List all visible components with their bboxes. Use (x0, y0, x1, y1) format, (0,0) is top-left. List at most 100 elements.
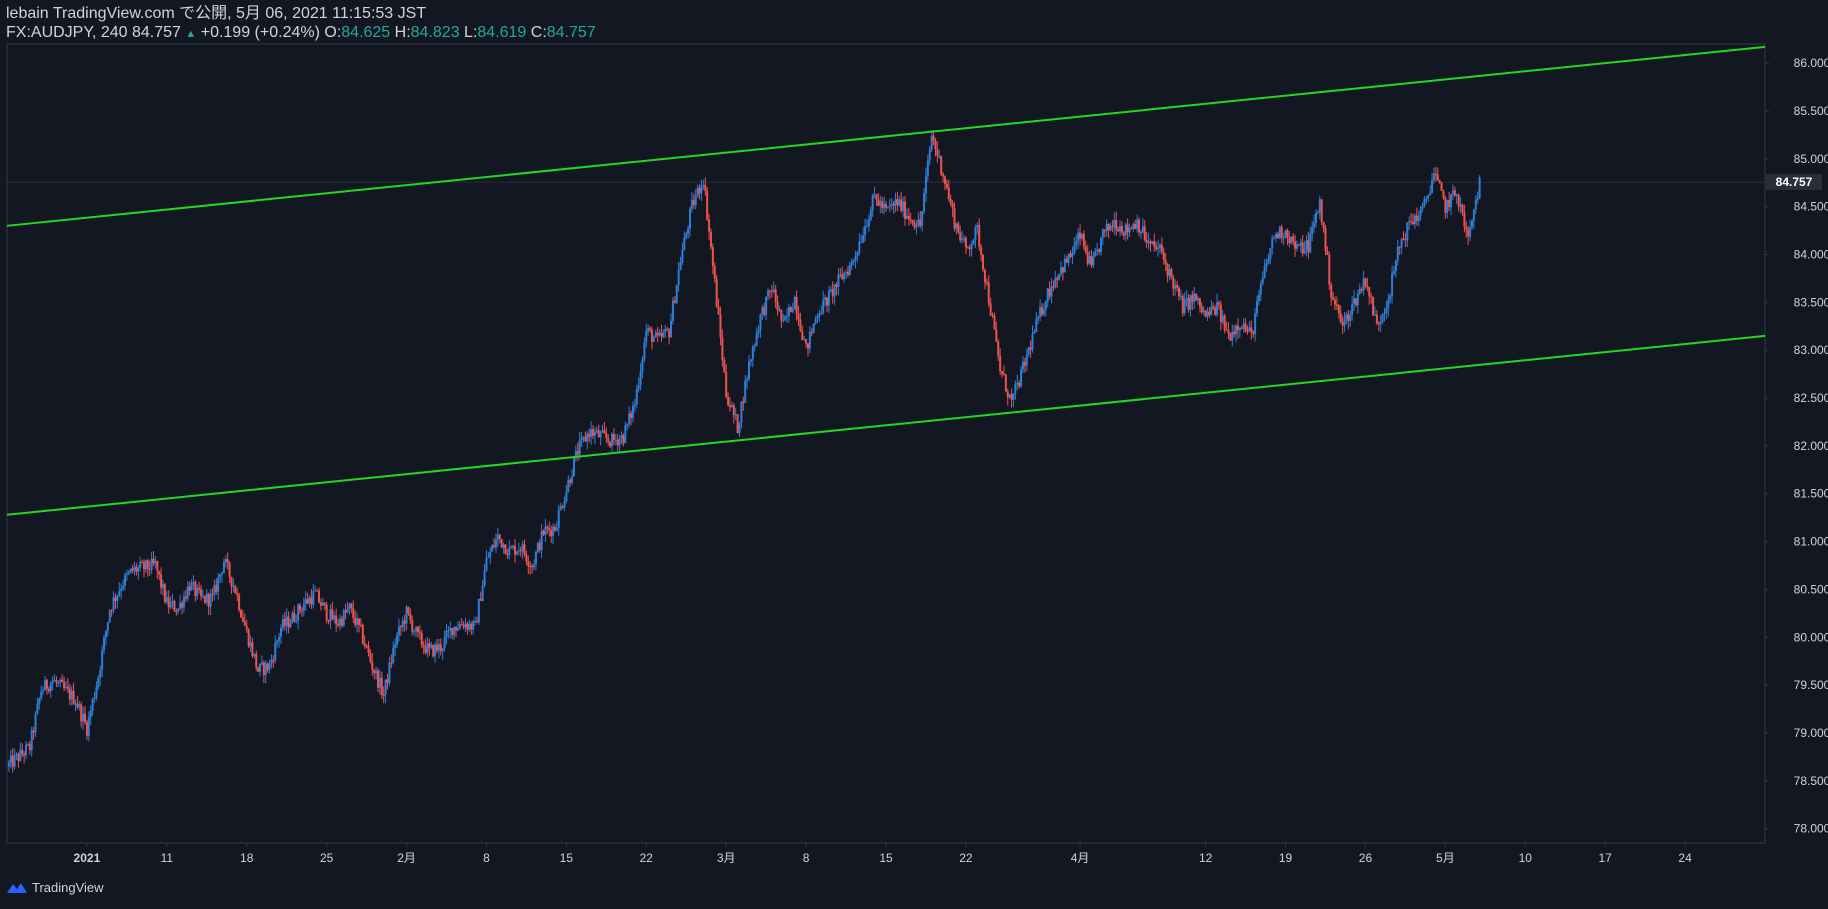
candle-body (1294, 241, 1297, 249)
candle-body (862, 235, 865, 242)
candle-body (66, 686, 69, 689)
y-tick-label: 84.000 (1794, 248, 1828, 262)
candle-body (1138, 219, 1141, 233)
candle-body (234, 585, 237, 594)
y-tick-label: 79.500 (1794, 678, 1828, 692)
candle-body (1343, 318, 1346, 326)
candle-body (1383, 313, 1386, 315)
candle-body (1345, 314, 1348, 319)
candle-body (896, 199, 899, 205)
candle-body (917, 219, 920, 227)
candle-body (1263, 266, 1266, 278)
candle-body (982, 254, 985, 270)
candle-body (719, 314, 722, 338)
candle-body (704, 184, 707, 191)
candle-body (1400, 238, 1403, 248)
candle-body (1157, 247, 1160, 249)
candle-body (738, 422, 741, 434)
candle-body (1054, 277, 1057, 288)
candle-body (1450, 194, 1453, 208)
y-tick-label: 85.000 (1794, 152, 1828, 166)
candle-body (215, 585, 218, 592)
price-chart[interactable]: 78.000 78.500 79.000 79.500 80.000 80.500 81.0… (0, 0, 1828, 909)
candle-body (1373, 314, 1376, 316)
candle-body (740, 401, 743, 423)
candle-body (1457, 194, 1460, 207)
candle-body (1408, 221, 1411, 223)
candle-body (455, 627, 458, 631)
candle-body (1394, 260, 1397, 272)
candle-body (835, 284, 838, 287)
candle-body (1415, 215, 1418, 222)
candle-body (972, 239, 975, 245)
candle-body (331, 609, 334, 620)
candle-body (974, 227, 977, 240)
candle-body (936, 149, 939, 156)
candle-body (91, 699, 94, 711)
candle-body (432, 644, 435, 657)
candle-body (1077, 232, 1080, 241)
candle-body (1387, 299, 1390, 309)
candle-body (1410, 221, 1413, 223)
candle-body (947, 187, 950, 200)
candle-body (1364, 278, 1367, 286)
candle-body (179, 602, 182, 609)
candle-body (1029, 347, 1032, 350)
candle-body (68, 688, 71, 700)
candle-body (717, 306, 720, 315)
candle-body (1048, 288, 1051, 297)
candle-body (736, 414, 739, 434)
candle-body (898, 199, 901, 205)
candle-body (116, 595, 119, 601)
candle-body (380, 677, 383, 695)
candle-body (1368, 287, 1371, 297)
candle-body (689, 208, 692, 229)
candle-body (985, 282, 988, 284)
candle-body (892, 203, 895, 206)
candle-body (1311, 227, 1314, 234)
candle-body (641, 359, 644, 372)
candle-body (401, 620, 404, 628)
candle-body (1126, 224, 1129, 233)
candle-body (803, 339, 806, 341)
candle-body (483, 570, 486, 586)
candle-body (1438, 180, 1441, 183)
candle-body (784, 316, 787, 320)
candle-body (818, 314, 821, 317)
candle-body (1236, 325, 1239, 331)
candle-body (654, 332, 657, 338)
candle-body (181, 602, 184, 608)
x-tick-label: 24 (1678, 851, 1692, 865)
candle-body (306, 599, 309, 604)
candle-body (1027, 347, 1030, 355)
candle-body (23, 754, 26, 756)
candle-body (869, 210, 872, 220)
candle-body (1119, 225, 1122, 232)
candle-body (103, 637, 106, 651)
candle-body (487, 557, 490, 559)
candle-body (529, 566, 532, 568)
candle-body (57, 682, 60, 684)
x-tick-label: 2021 (74, 851, 101, 865)
candle-body (337, 624, 340, 626)
candle-body (186, 586, 189, 599)
candle-body (1442, 191, 1445, 198)
candle-body (531, 566, 534, 568)
candle-body (403, 620, 406, 624)
candle-body (1320, 199, 1323, 222)
candle-body (350, 603, 353, 609)
candle-body (411, 620, 414, 632)
candle-body (344, 610, 347, 613)
candle-body (42, 690, 45, 692)
candle-body (1206, 311, 1209, 317)
candle-body (240, 610, 243, 618)
candle-body (683, 237, 686, 250)
candle-body (1273, 237, 1276, 239)
candle-body (1455, 194, 1458, 196)
candle-body (7, 762, 10, 767)
candle-body (264, 663, 267, 676)
candle-body (211, 594, 214, 596)
candle-body (1170, 269, 1173, 278)
candle-body (371, 661, 374, 670)
candle-body (1341, 322, 1344, 326)
